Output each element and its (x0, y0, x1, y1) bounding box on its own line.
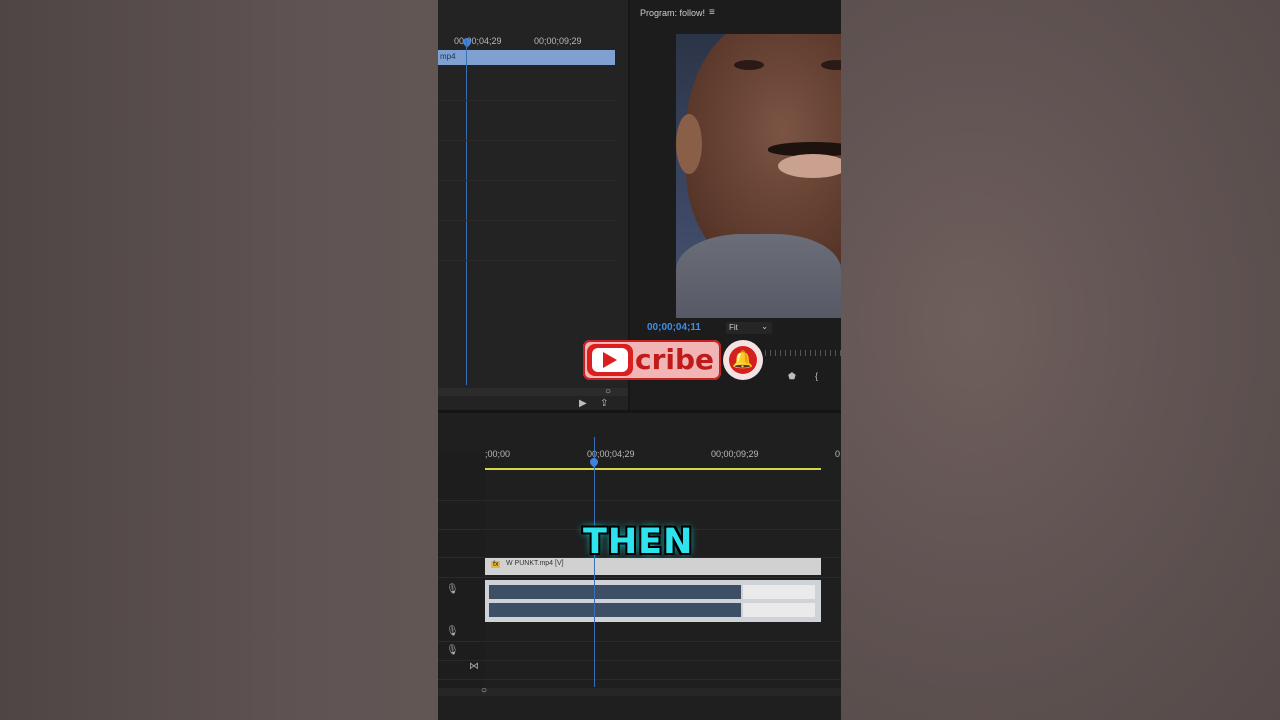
audio-clip[interactable] (485, 580, 821, 622)
subscribe-text: cribe (635, 343, 715, 376)
bell-icon: 🔔 (729, 346, 757, 374)
zoom-handle-icon[interactable]: ○ (605, 387, 611, 397)
track-divider (438, 660, 841, 661)
eye-left (734, 60, 764, 70)
background-right (841, 0, 1280, 720)
timeline-panel: ;00;00 00;00;04;29 00;00;09;29 0 fx W PU… (438, 413, 841, 720)
marker-icon[interactable]: ⬟ (788, 371, 796, 382)
source-clip[interactable]: mp4 (438, 50, 615, 65)
program-video-frame (676, 34, 841, 318)
work-area-bar[interactable] (485, 468, 821, 470)
play-triangle-icon (603, 352, 617, 368)
caption-text: THEN (583, 522, 694, 562)
shirt (676, 234, 841, 318)
timeline-ruler-tick: ;00;00 (485, 449, 511, 459)
audio-waveform (743, 585, 815, 599)
timeline-scrollbar[interactable] (438, 688, 841, 696)
export-frame-icon[interactable]: ⇪ (600, 399, 608, 409)
grid-line (438, 100, 615, 101)
zoom-handle-icon[interactable]: ○ (481, 686, 487, 696)
notification-bell[interactable]: 🔔 (723, 340, 763, 380)
mark-in-icon[interactable]: { (815, 371, 818, 381)
source-clip-label: mp4 (440, 52, 456, 61)
source-scrollbar[interactable] (438, 388, 628, 396)
track-divider (438, 577, 841, 578)
track-divider (438, 500, 841, 501)
timeline-ruler-tick: 00;00;09;29 (711, 449, 759, 459)
insert-icon[interactable]: ▶︎ (579, 399, 587, 409)
microphone-icon[interactable]: 🎙 (446, 626, 459, 637)
source-ruler-tick: 00;00;04;29 (454, 36, 502, 46)
track-headers (438, 453, 485, 693)
timeline-ruler-tick: 0 (835, 449, 841, 459)
program-timecode[interactable]: 00;00;04;11 (647, 322, 701, 333)
source-ruler-tick: 00;00;09;29 (534, 36, 582, 46)
audio-waveform (489, 603, 741, 617)
microphone-icon[interactable]: 🎙 (446, 584, 459, 595)
subscribe-button[interactable]: cribe (583, 340, 721, 380)
track-divider (438, 641, 841, 642)
track-divider (438, 679, 841, 680)
grid-line (438, 220, 615, 221)
grid-line (438, 180, 615, 181)
grid-line (438, 140, 615, 141)
fx-badge: fx (491, 561, 501, 568)
chevron-down-icon: ⌄ (761, 322, 768, 331)
lips (778, 154, 841, 178)
program-scrub-ruler[interactable] (760, 350, 841, 356)
youtube-logo-icon (587, 344, 633, 376)
audio-waveform (743, 603, 815, 617)
source-playhead-line (466, 40, 467, 385)
track-resize-icon[interactable]: ⋈ (469, 661, 479, 672)
ear (676, 114, 702, 174)
subscribe-badge[interactable]: cribe (583, 340, 723, 380)
fit-dropdown[interactable]: Fit ⌄ (726, 322, 772, 334)
background-left (0, 0, 438, 720)
grid-line (438, 260, 615, 261)
fit-label: Fit (729, 323, 738, 332)
video-clip-label: W PUNKT.mp4 [V] (506, 560, 564, 567)
audio-waveform (489, 585, 741, 599)
microphone-icon[interactable]: 🎙 (446, 645, 459, 656)
timeline-playhead-line (594, 437, 595, 687)
hamburger-icon[interactable]: ≡ (709, 7, 715, 18)
eye-right (821, 60, 841, 70)
program-title[interactable]: Program: follow! (640, 8, 705, 18)
